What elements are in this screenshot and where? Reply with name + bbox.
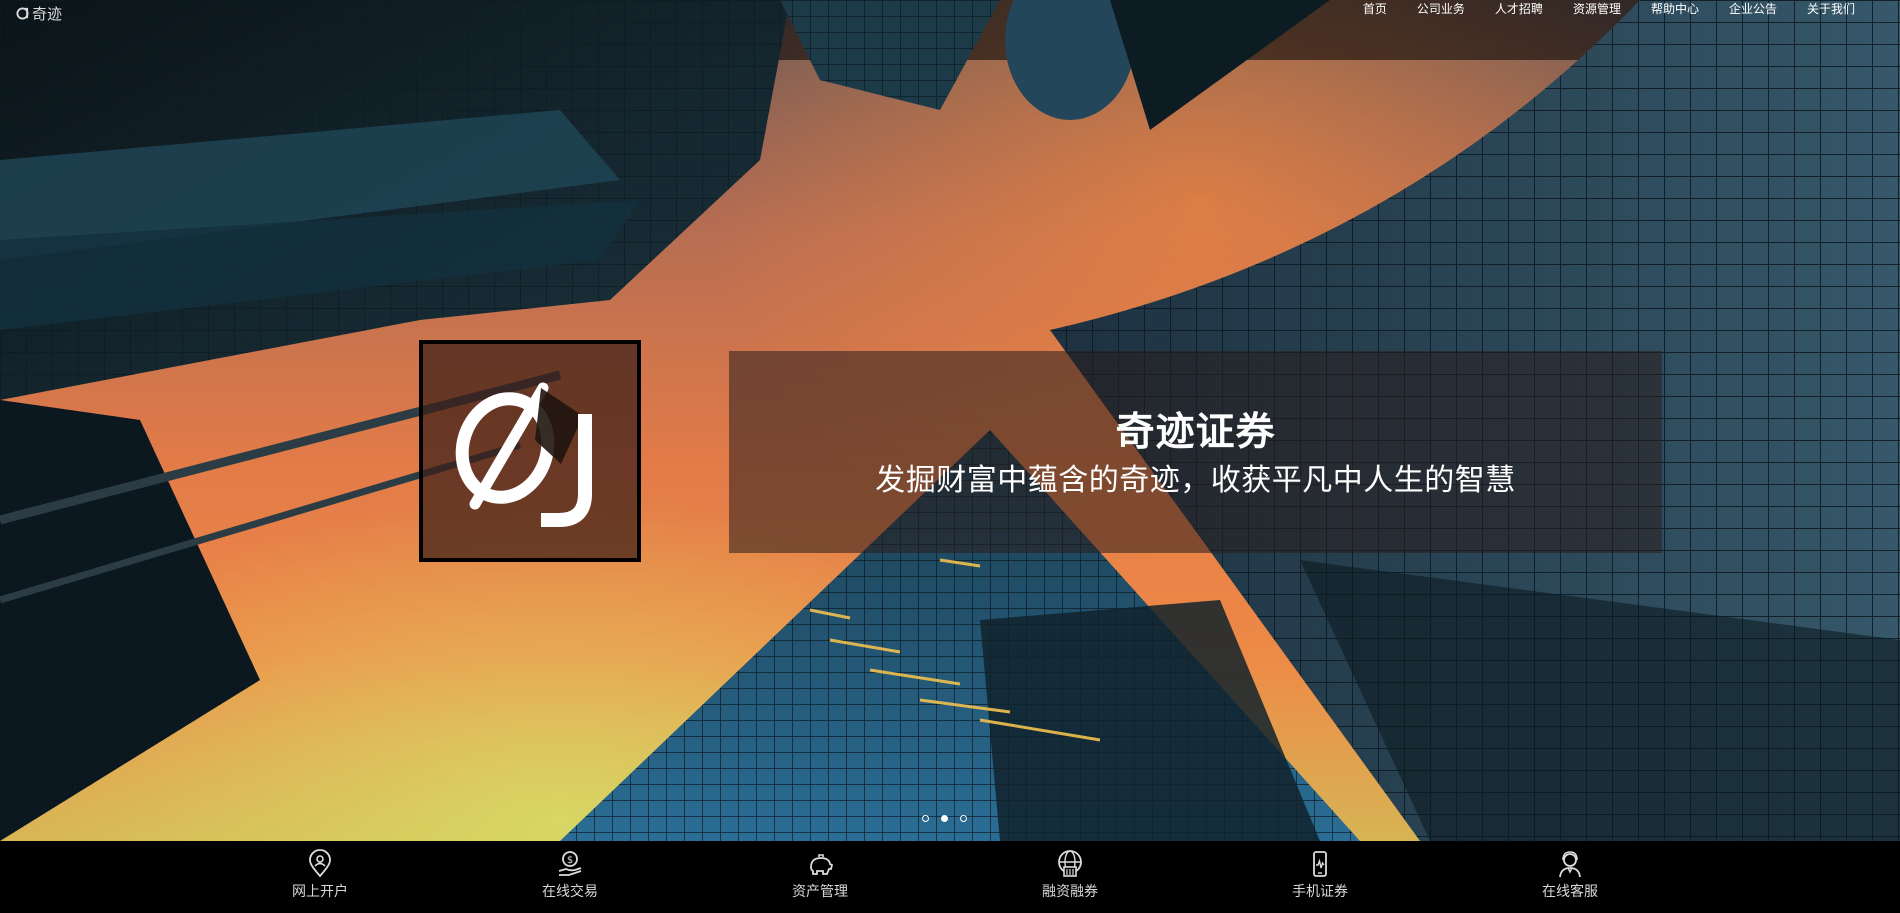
service-bar: 网上开户 $ 在线交易 资产管理 融资融券 手机证券 在线客服 [0, 841, 1900, 913]
service-asset-management[interactable]: 资产管理 [765, 849, 875, 901]
service-label: 网上开户 [292, 884, 348, 900]
nav-item-careers[interactable]: 人才招聘 [1480, 1, 1558, 17]
hero-title: 奇迹证券 [1115, 410, 1276, 455]
main-nav: 首页 公司业务 人才招聘 资源管理 帮助中心 企业公告 关于我们 [1348, 1, 1870, 17]
nav-item-home[interactable]: 首页 [1348, 1, 1402, 17]
page: 奇迹 首页 公司业务 人才招聘 资源管理 帮助中心 企业公告 关于我们 奇迹证券… [0, 0, 1900, 913]
service-online-support[interactable]: 在线客服 [1515, 849, 1625, 901]
nav-item-about[interactable]: 关于我们 [1792, 1, 1870, 17]
svg-text:$: $ [567, 855, 573, 866]
carousel-indicators [922, 815, 967, 822]
service-label: 资产管理 [792, 884, 848, 900]
slogan-panel: 奇迹证券 发掘财富中蕴含的奇迹，收获平凡中人生的智慧 [729, 351, 1662, 553]
brand-logo-icon [16, 7, 29, 20]
brand[interactable]: 奇迹 [16, 3, 62, 24]
carousel-dot-2[interactable] [941, 815, 948, 822]
globe-building-icon [1058, 850, 1082, 877]
service-label: 在线交易 [542, 884, 598, 900]
service-label: 在线客服 [1542, 884, 1598, 900]
qj-logo-icon [455, 382, 592, 527]
service-mobile-securities[interactable]: 手机证券 [1265, 849, 1375, 901]
nav-item-help[interactable]: 帮助中心 [1636, 1, 1714, 17]
nav-item-announcements[interactable]: 企业公告 [1714, 1, 1792, 17]
hero-logo [419, 340, 641, 562]
hero-subtitle: 发掘财富中蕴含的奇迹，收获平凡中人生的智慧 [875, 463, 1516, 498]
carousel-dot-3[interactable] [960, 815, 967, 822]
service-label: 手机证券 [1292, 884, 1348, 900]
nav-item-business[interactable]: 公司业务 [1402, 1, 1480, 17]
carousel-dot-1[interactable] [922, 815, 929, 822]
service-label: 融资融券 [1042, 884, 1098, 900]
service-online-trading[interactable]: $ 在线交易 [515, 849, 625, 901]
nav-item-resources[interactable]: 资源管理 [1558, 1, 1636, 17]
top-navigation-bar: 奇迹 首页 公司业务 人才招聘 资源管理 帮助中心 企业公告 关于我们 [0, 0, 1900, 26]
mobile-chart-icon [1313, 851, 1327, 877]
location-person-icon [309, 849, 331, 878]
support-agent-icon [1559, 851, 1581, 878]
dollar-hand-icon: $ [558, 851, 582, 876]
piggy-bank-icon [810, 854, 834, 875]
brand-name: 奇迹 [32, 5, 63, 23]
service-margin-trading[interactable]: 融资融券 [1015, 849, 1125, 901]
service-open-account[interactable]: 网上开户 [265, 849, 375, 901]
